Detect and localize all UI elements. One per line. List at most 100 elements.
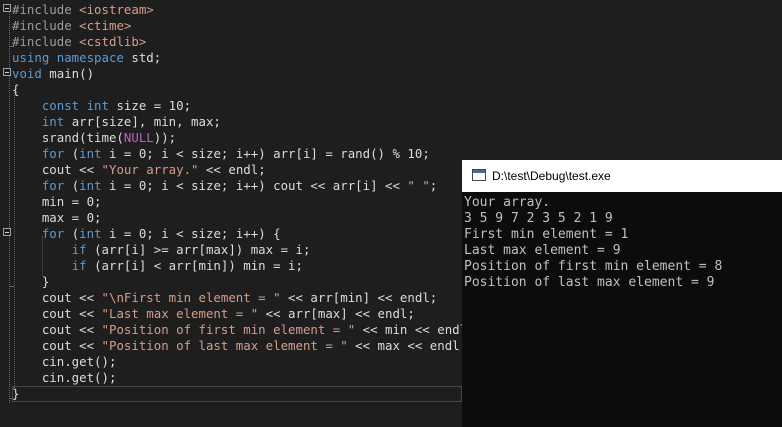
code-token: int <box>79 146 102 161</box>
code-token: cout << <box>12 162 102 177</box>
code-token: } <box>12 274 50 289</box>
code-line[interactable]: for (int i = 0; i < size; i++) { <box>12 226 281 242</box>
code-token: #include <box>12 18 80 33</box>
code-line[interactable]: } <box>12 386 19 402</box>
code-line[interactable]: min = 0; <box>12 194 102 210</box>
code-token: <iostream> <box>79 2 154 17</box>
console-output-line: Your array. <box>464 195 551 210</box>
code-line[interactable]: srand(time(NULL)); <box>12 130 176 146</box>
code-token: if <box>71 258 87 273</box>
code-token: int <box>41 114 65 129</box>
code-token: (arr[i] >= arr[max]) max = i; <box>86 242 311 257</box>
code-line[interactable]: cout << "Position of first min element =… <box>12 322 475 338</box>
code-line[interactable]: cin.get(); <box>12 370 117 386</box>
code-token: i = 0; i < size; i++) arr[i] = rand() % … <box>101 146 430 161</box>
code-line[interactable]: max = 0; <box>12 210 102 226</box>
code-token: ( <box>64 226 80 241</box>
code-token: for <box>41 146 65 161</box>
collapse-for-block-icon[interactable] <box>3 228 11 236</box>
code-token: { <box>12 82 20 97</box>
code-line[interactable]: using namespace std; <box>12 50 161 66</box>
code-line[interactable]: for (int i = 0; i < size; i++) arr[i] = … <box>12 146 430 162</box>
code-token: i = 0; i < size; i++) { <box>101 226 281 241</box>
code-token: << arr[max] << endl; <box>258 306 415 321</box>
code-token: for <box>41 178 65 193</box>
code-token: } <box>12 386 20 401</box>
code-line[interactable]: cout << "Last max element = " << arr[max… <box>12 306 415 322</box>
code-token: const int <box>41 98 109 113</box>
code-line[interactable]: if (arr[i] < arr[min]) min = i; <box>12 258 303 274</box>
code-token: using namespace <box>12 50 124 65</box>
code-token: cin.get(); <box>12 370 117 385</box>
current-line-highlight <box>12 386 462 402</box>
code-token: <ctime> <box>79 18 132 33</box>
code-token: max = 0; <box>12 210 102 225</box>
code-line[interactable]: if (arr[i] >= arr[max]) max = i; <box>12 242 311 258</box>
code-token: << min << endl; <box>355 322 475 337</box>
code-line[interactable]: cout << "Position of last max element = … <box>12 338 467 354</box>
code-token: cout << <box>12 338 102 353</box>
code-token: int <box>79 178 102 193</box>
code-token: "Last max element = " <box>101 306 259 321</box>
code-line[interactable]: cout << "Your array." << endl; <box>12 162 266 178</box>
code-line[interactable]: for (int i = 0; i < size; i++) cout << a… <box>12 178 437 194</box>
collapse-includes-icon[interactable] <box>3 4 11 12</box>
code-token: int <box>79 226 102 241</box>
code-line[interactable]: } <box>12 274 49 290</box>
console-output-line: Position of first min element = 8 <box>464 259 723 274</box>
code-token: ; <box>429 178 438 193</box>
console-output-line: 3 5 9 7 2 3 5 2 1 9 <box>464 211 613 226</box>
code-token: << endl; <box>198 162 266 177</box>
code-token: cout << <box>12 306 102 321</box>
console-output-line: Last max element = 9 <box>464 243 621 258</box>
code-token: "\nFirst min element = " <box>101 290 281 305</box>
code-line[interactable]: #include <ctime> <box>12 18 131 34</box>
code-token: min = 0; <box>12 194 102 209</box>
code-line[interactable]: void main() <box>12 66 94 82</box>
code-token: void <box>12 66 42 81</box>
console-output-line: Position of last max element = 9 <box>464 275 715 290</box>
code-token: <cstdlib> <box>79 34 147 49</box>
console-app-icon <box>472 169 486 181</box>
code-line[interactable]: #include <cstdlib> <box>12 34 146 50</box>
code-token: << max << endl; <box>347 338 468 353</box>
code-token: std; <box>123 50 162 65</box>
code-line[interactable]: cout << "\nFirst min element = " << arr[… <box>12 290 437 306</box>
code-line[interactable]: int arr[size], min, max; <box>12 114 221 130</box>
code-line[interactable]: #include <iostream> <box>12 2 154 18</box>
code-token: " " <box>407 178 430 193</box>
collapse-main-icon[interactable] <box>3 68 11 76</box>
code-token: size = 10; <box>108 98 192 113</box>
console-output-line: First min element = 1 <box>464 227 629 242</box>
code-token: (arr[i] < arr[min]) min = i; <box>86 258 303 273</box>
console-title: D:\test\Debug\test.exe <box>492 169 611 183</box>
code-token: )); <box>153 130 177 145</box>
code-token: "Your array." <box>101 162 199 177</box>
code-token: arr[size], min, max; <box>64 114 221 129</box>
code-token: for <box>41 226 65 241</box>
code-token: i = 0; i < size; i++) cout << arr[i] << <box>101 178 408 193</box>
console-window[interactable]: D:\test\Debug\test.exe Your array. 3 5 9 … <box>462 160 782 427</box>
code-token: #include <box>12 34 80 49</box>
code-token: ( <box>64 178 80 193</box>
code-token: << arr[min] << endl; <box>280 290 438 305</box>
code-token: #include <box>12 2 80 17</box>
console-titlebar[interactable]: D:\test\Debug\test.exe <box>462 160 782 192</box>
code-line[interactable]: const int size = 10; <box>12 98 191 114</box>
code-token: if <box>71 242 87 257</box>
code-line[interactable]: { <box>12 82 19 98</box>
code-token: "Position of last max element = " <box>101 338 348 353</box>
code-token: NULL <box>123 130 154 145</box>
code-token: cin.get(); <box>12 354 117 369</box>
code-token: cout << <box>12 290 102 305</box>
code-token: main() <box>41 66 95 81</box>
code-token: "Position of first min element = " <box>101 322 356 337</box>
code-line[interactable]: cin.get(); <box>12 354 117 370</box>
code-token: cout << <box>12 322 102 337</box>
